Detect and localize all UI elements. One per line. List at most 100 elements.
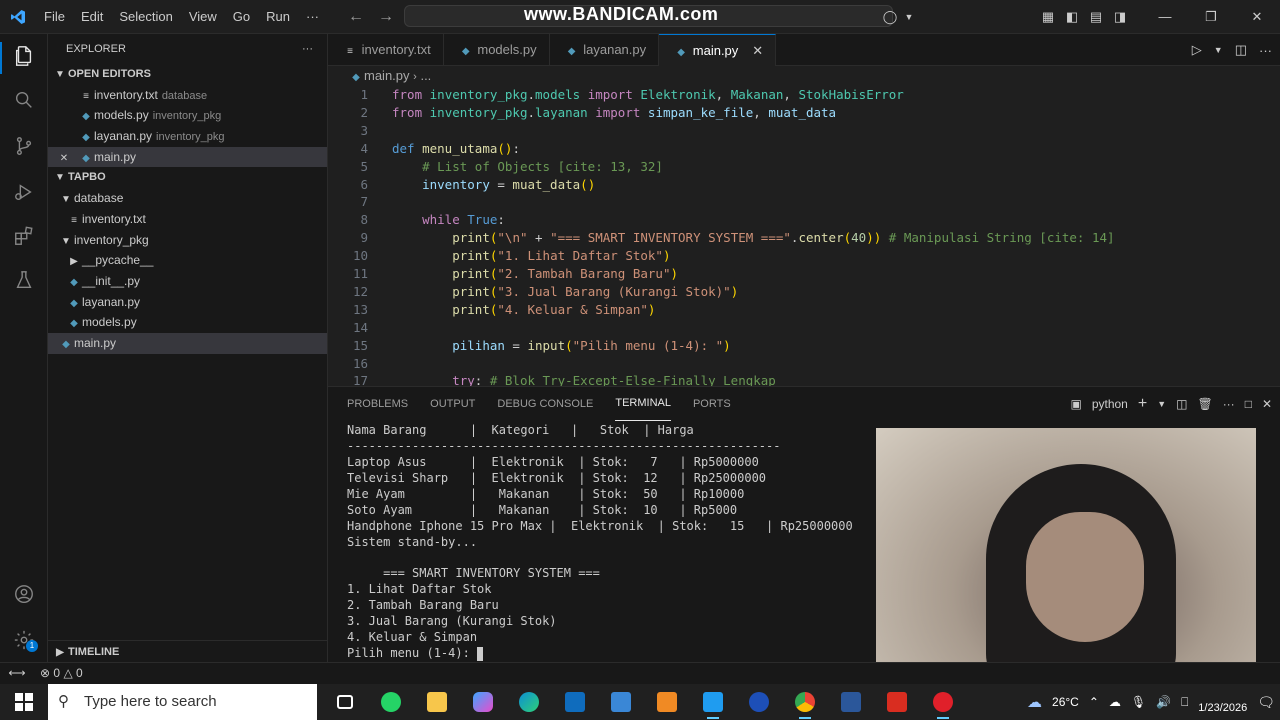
menu-view[interactable]: View (181, 0, 225, 34)
tab-debug-console[interactable]: DEBUG CONSOLE (497, 387, 593, 421)
source-control-icon[interactable] (12, 134, 36, 158)
menu-file[interactable]: File (36, 0, 73, 34)
code-editor[interactable]: 1 from inventory_pkg.models import Elektr… (328, 86, 1280, 386)
split-terminal-icon[interactable]: ◫ (1176, 397, 1187, 411)
tree-file-selected[interactable]: ◆ main.py (48, 332, 327, 354)
more-actions-icon[interactable]: ··· (1259, 43, 1272, 58)
close-icon[interactable]: ✕ (56, 149, 72, 170)
tree-folder[interactable]: ▶ __pycache__ (48, 250, 327, 271)
temperature[interactable]: 26°C (1047, 695, 1084, 709)
bandicam-icon[interactable] (920, 684, 966, 720)
vscode-taskbar-icon[interactable] (690, 684, 736, 720)
restore-icon[interactable]: ❐ (1188, 9, 1234, 25)
tab-inventory-txt[interactable]: ≡ inventory.txt (328, 34, 444, 66)
open-editor-item[interactable]: ≡ inventory.txt database (48, 85, 327, 106)
more-actions-icon[interactable]: ··· (302, 34, 313, 64)
acrobat-icon[interactable] (874, 684, 920, 720)
explorer-icon[interactable] (12, 44, 36, 68)
task-view-icon[interactable] (322, 684, 368, 720)
tree-file[interactable]: ◆ models.py (48, 312, 327, 333)
toggle-sidebar-icon[interactable]: ◧ (1060, 9, 1084, 25)
tree-file[interactable]: ◆ __init__.py (48, 271, 327, 292)
speaker-icon[interactable]: 🔊 (1151, 695, 1176, 709)
code-line[interactable]: 2 from inventory_pkg.layanan import simpa… (328, 104, 1280, 122)
menu-run[interactable]: Run (258, 0, 298, 34)
remote-indicator-icon[interactable]: ⟷ (0, 663, 34, 685)
tab-main-py[interactable]: ◆ main.py ✕ (659, 34, 777, 66)
code-line[interactable]: 7 (328, 193, 1280, 211)
code-line[interactable]: 4 def menu_utama(): (328, 140, 1280, 158)
open-editor-item-active[interactable]: ✕ ◆ main.py (48, 146, 327, 170)
maximize-panel-icon[interactable]: □ (1245, 397, 1252, 411)
testing-flask-icon[interactable] (12, 268, 36, 292)
menu-more[interactable]: ··· (298, 0, 327, 34)
chevron-up-icon[interactable]: ⌃ (1084, 695, 1104, 709)
forward-arrow-icon[interactable]: → (378, 8, 394, 26)
tree-folder[interactable]: ▼ inventory_pkg (48, 230, 327, 251)
edge-icon[interactable] (506, 684, 552, 720)
chevron-down-icon[interactable]: ▼ (902, 12, 916, 22)
trash-icon[interactable]: 🗑 (1197, 397, 1212, 411)
code-line[interactable]: 15 pilihan = input("Pilih menu (1-4): ") (328, 337, 1280, 355)
split-editor-icon[interactable]: ◫ (1235, 42, 1247, 58)
tab-layanan-py[interactable]: ◆ layanan.py (550, 34, 660, 66)
taskbar-search-box[interactable]: ⚲ Type here to search (48, 684, 317, 720)
code-line[interactable]: 10 print("1. Lihat Daftar Stok") (328, 247, 1280, 265)
outlook-icon[interactable] (552, 684, 598, 720)
minimize-icon[interactable]: — (1142, 9, 1188, 25)
blue-app-icon[interactable] (736, 684, 782, 720)
code-line[interactable]: 11 print("2. Tambah Barang Baru") (328, 265, 1280, 283)
tab-problems[interactable]: PROBLEMS (347, 387, 408, 421)
account-icon[interactable] (12, 582, 36, 606)
network-icon[interactable]: ☁ (1104, 695, 1126, 709)
weather-cloud-icon[interactable]: ☁ (1022, 693, 1047, 711)
tree-file[interactable]: ◆ layanan.py (48, 292, 327, 313)
chrome-icon[interactable] (782, 684, 828, 720)
windows-start-icon[interactable] (0, 684, 48, 720)
timeline-section[interactable]: ▶ TIMELINE (48, 640, 328, 662)
code-line[interactable]: 16 (328, 355, 1280, 373)
code-line[interactable]: 13 print("4. Keluar & Simpan") (328, 301, 1280, 319)
code-line[interactable]: 12 print("3. Jual Barang (Kurangi Stok)"… (328, 283, 1280, 301)
open-editor-item[interactable]: ◆ models.py inventory_pkg (48, 105, 327, 126)
chevron-down-icon[interactable]: ▼ (1157, 399, 1166, 409)
close-icon[interactable]: ✕ (1262, 397, 1272, 411)
microsoft-store-icon[interactable] (598, 684, 644, 720)
breadcrumb-file[interactable]: main.py (364, 68, 410, 83)
notification-icon[interactable]: 🗨 (1252, 694, 1280, 711)
breadcrumb-rest[interactable]: ... (420, 68, 431, 83)
tab-output[interactable]: OUTPUT (430, 387, 475, 421)
code-line[interactable]: 3 (328, 122, 1280, 140)
file-explorer-icon[interactable] (414, 684, 460, 720)
menu-selection[interactable]: Selection (111, 0, 180, 34)
code-line[interactable]: 17 try: # Blok Try-Except-Else-Finally L… (328, 372, 1280, 386)
word-icon[interactable] (828, 684, 874, 720)
menu-go[interactable]: Go (225, 0, 258, 34)
code-line[interactable]: 5 # List of Objects [cite: 13, 32] (328, 158, 1280, 176)
code-line[interactable]: 8 while True: (328, 211, 1280, 229)
new-terminal-icon[interactable]: + (1138, 395, 1147, 413)
back-arrow-icon[interactable]: ← (348, 8, 364, 26)
problems-indicator[interactable]: ⊗ 0 △ 0 (40, 663, 83, 684)
open-editors-section[interactable]: ▼ OPEN EDITORS (48, 64, 327, 85)
run-file-icon[interactable]: ▷ (1192, 42, 1202, 58)
tree-folder[interactable]: ▼ database (48, 188, 327, 209)
tab-ports[interactable]: PORTS (693, 387, 731, 421)
tab-terminal[interactable]: TERMINAL (615, 387, 671, 421)
customize-layout-icon[interactable]: ▦ (1036, 9, 1060, 25)
code-line[interactable]: 6 inventory = muat_data() (328, 176, 1280, 194)
menu-edit[interactable]: Edit (73, 0, 111, 34)
code-line[interactable]: 9 print("\n" + "=== SMART INVENTORY SYST… (328, 229, 1280, 247)
toggle-secondary-sidebar-icon[interactable]: ◨ (1108, 9, 1132, 25)
tab-models-py[interactable]: ◆ models.py (444, 34, 550, 66)
clock-date[interactable]: 1/23/2026 (1193, 690, 1252, 714)
run-debug-icon[interactable] (12, 180, 36, 204)
code-line[interactable]: 14 (328, 319, 1280, 337)
input-indicator-icon[interactable]: ⎕ (1176, 695, 1193, 710)
whatsapp-icon[interactable] (368, 684, 414, 720)
copilot-icon[interactable]: ◯ (878, 9, 902, 25)
chevron-down-icon[interactable]: ▼ (1214, 45, 1223, 55)
close-icon[interactable]: ✕ (752, 43, 763, 58)
tree-file[interactable]: ≡ inventory.txt (48, 209, 327, 230)
project-section[interactable]: ▼ TAPBO (48, 167, 327, 188)
